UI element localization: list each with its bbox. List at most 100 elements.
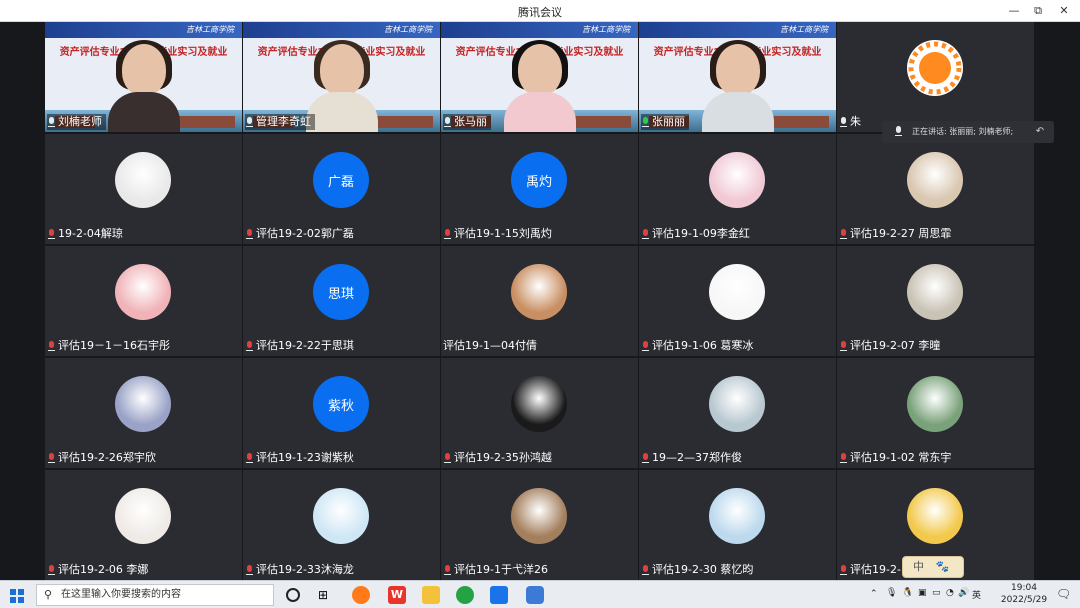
participant-name: 朱 [850,115,861,128]
presenter-video-figure [500,40,580,132]
participant-name: 张丽丽 [652,115,685,128]
tencent-meeting-icon[interactable] [490,586,508,604]
school-logo-text: 吉林工商学院 [384,25,432,34]
notification-icon[interactable]: 🗨 [1056,587,1071,601]
participant-tile[interactable]: 评估19-1—04付倩 [441,246,638,356]
volume-icon[interactable]: 🔊 [958,588,969,598]
text-avatar: 广磊 [313,152,369,208]
speaking-now-text: 正在讲话: 张丽丽; 刘楠老师; [912,127,1014,136]
windows-taskbar: ⚲ 在这里输入你要搜索的内容 ⊞ W ⌃ 🎙 🐧 ▣ ▭ ◔ 🔊 英 19:04… [0,580,1080,608]
participant-name: 评估19-1于弋洋26 [454,563,548,576]
minimize-button[interactable]: — [1004,2,1024,20]
participant-tile[interactable]: 评估19-2-06 李娜 [45,470,242,580]
participant-tile[interactable]: 禹灼评估19-1-15刘禹灼 [441,134,638,244]
participant-tile[interactable]: 评估19-2-07 李曈 [837,246,1034,356]
task-view-icon[interactable]: ⊞ [318,586,336,604]
participant-name-label: 评估19-2-22于思琪 [245,338,354,354]
avatar [115,152,171,208]
microphone-icon [47,228,56,240]
participant-name: 评估19-1-09李金红 [652,227,750,240]
participant-tile[interactable]: 评估19－1－16石宇彤 [45,246,242,356]
participant-video-tile[interactable]: 吉林工商学院资产评估专业2019级毕业实习及就业动员会2022年5月29日刘楠老… [45,22,242,132]
presenter-video-figure [104,40,184,132]
participant-video-tile[interactable]: 吉林工商学院资产评估专业2019级毕业实习及就业动员会2022年5月29日管理李… [243,22,440,132]
file-explorer-icon[interactable] [422,586,440,604]
participant-name-label: 评估19-2-07 李曈 [839,338,940,354]
ime-tray-label[interactable]: 英 [972,588,981,601]
participant-name-label: 评估19-1-15刘禹灼 [443,226,552,242]
participant-video-tile[interactable]: 吉林工商学院资产评估专业2019级毕业实习及就业动员会2022年5月29日张马丽 [441,22,638,132]
search-icon: ⚲ [44,588,53,601]
app-icon[interactable] [526,586,544,604]
sun-avatar [907,40,963,96]
avatar [115,376,171,432]
participant-tile[interactable]: 评估19-2-35孙鸿越 [441,358,638,468]
presenter-video-figure [698,40,778,132]
microphone-icon [47,340,56,352]
participant-tile[interactable]: 评估19-1-09李金红 [639,134,836,244]
cortana-icon[interactable] [286,588,300,602]
show-hidden-icons-icon[interactable]: ⌃ [870,589,878,599]
participant-name-label: 评估19-2-35孙鸿越 [443,450,552,466]
search-placeholder: 在这里输入你要搜索的内容 [61,589,181,600]
participant-tile[interactable]: 评估19-2-33沐海龙 [243,470,440,580]
school-logo-text: 吉林工商学院 [780,25,828,34]
participant-name-label: 评估19-1-23谢紫秋 [245,450,354,466]
window-title: 腾讯会议 [518,6,562,19]
wps-icon[interactable]: W [388,586,406,604]
ime-floating-toolbar[interactable]: 中 🐾 [902,556,964,578]
participant-name: 评估19-2-06 李娜 [58,563,149,576]
avatar [709,264,765,320]
taskbar-search-input[interactable]: ⚲ 在这里输入你要搜索的内容 [36,584,274,606]
clock-time[interactable]: 19:04 [1004,583,1044,593]
participant-name-label: 评估19-2-02郭广磊 [245,226,354,242]
participant-tile[interactable]: 评估19-1于弋洋26 [441,470,638,580]
participant-tile[interactable]: 19-2-04解琼 [45,134,242,244]
participant-name-label: 评估19-2-26郑宇欣 [47,450,156,466]
start-menu-icon[interactable] [10,588,24,603]
reply-arrow-icon[interactable]: ↶ [1032,124,1048,140]
face-shape [121,44,166,96]
close-button[interactable]: ✕ [1054,2,1074,20]
wechat-icon[interactable] [456,586,474,604]
participant-tile[interactable]: 19—2—37郑作俊 [639,358,836,468]
ime-paw-icon[interactable]: 🐾 [936,560,950,573]
clock-date[interactable]: 2022/5/29 [996,595,1052,605]
participant-tile[interactable]: 评估19-1-02 常东宇 [837,358,1034,468]
participant-tile[interactable]: 评估19-1-06 葛寒冰 [639,246,836,356]
participant-tile[interactable]: 思琪 评估19-2-22于思琪 [243,246,440,356]
avatar [907,264,963,320]
text-avatar: 禹灼 [511,152,567,208]
participant-name: 评估19-1-23谢紫秋 [256,451,354,464]
body-shape [107,92,180,132]
participant-tile-host[interactable]: 朱 [837,22,1034,132]
participant-name: 评估19-2-30 蔡忆昀 [652,563,754,576]
tray-qq-icon[interactable]: 🐧 [902,588,913,598]
tray-app-icon[interactable]: ▣ [918,588,927,598]
participant-name: 评估19-2-33沐海龙 [256,563,354,576]
avatar [511,376,567,432]
participant-tile[interactable]: 评估19-2-26郑宇欣 [45,358,242,468]
participant-name: 评估19-1-15刘禹灼 [454,227,552,240]
participant-tile[interactable]: 紫秋 评估19-1-23谢紫秋 [243,358,440,468]
meeting-video-grid: 吉林工商学院资产评估专业2019级毕业实习及就业动员会2022年5月29日刘楠老… [0,22,1080,580]
microphone-icon [839,340,848,352]
avatar [907,376,963,432]
microphone-icon [47,452,56,464]
school-logo-text: 吉林工商学院 [186,25,234,34]
battery-icon[interactable]: ▭ [932,588,941,598]
network-icon[interactable]: ◔ [946,588,954,598]
microphone-icon [839,228,848,240]
restore-button[interactable]: ⧉ [1028,2,1048,20]
firefox-icon[interactable] [352,586,370,604]
participant-video-tile[interactable]: 吉林工商学院资产评估专业2019级毕业实习及就业动员会2022年5月29日张丽丽 [639,22,836,132]
participant-name: 评估19-1-06 葛寒冰 [652,339,754,352]
microphone-icon [641,564,650,576]
participant-tile[interactable]: 评估19-2-30 蔡忆昀 [639,470,836,580]
tray-mic-icon[interactable]: 🎙 [886,588,897,598]
participant-tile[interactable]: 广磊评估19-2-02郭广磊 [243,134,440,244]
avatar [907,488,963,544]
participant-tile[interactable]: 评估19-2-27 周思霏 [837,134,1034,244]
campus-building-shape [601,116,631,128]
participant-name-label: 评估19-2-33沐海龙 [245,562,354,578]
